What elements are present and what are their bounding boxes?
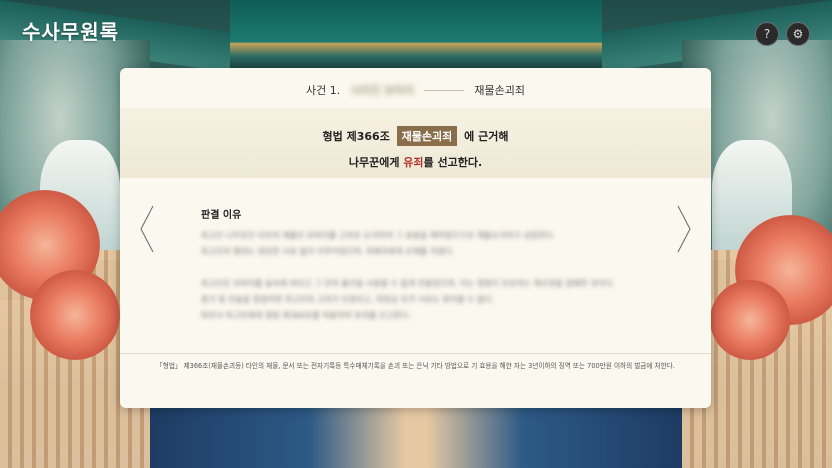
reason-text-line: 피고인의 행위는 정당한 사유 없이 이루어졌으며, 피해자에게 손해를 끼쳤다… — [201, 247, 455, 256]
gear-icon: ⚙ — [792, 27, 804, 41]
breadcrumb-divider — [424, 89, 465, 91]
verdict-banner: 형법 제366조 재물손괴죄 에 근거해 나무꾼에게 유죄를 선고한다. — [120, 108, 711, 178]
footnote-divider — [120, 353, 711, 354]
defendant-text: 나무꾼에게 — [348, 156, 404, 169]
reason-text-line: 따라서 피고인에게 형법 제366조를 적용하여 유죄를 선고한다. — [201, 311, 411, 320]
sentence-text: 를 선고한다. — [423, 156, 483, 169]
flower-right-2 — [710, 280, 790, 360]
chevron-right-icon — [677, 205, 691, 253]
settings-button[interactable]: ⚙ — [786, 22, 810, 46]
chevron-left-icon — [140, 205, 154, 253]
charge-tag: 재물손괴죄 — [396, 126, 458, 146]
reason-text-line: 피고인은 보따리를 숲속에 버리고 그 안의 물건을 사용할 수 없게 만들었으… — [201, 279, 615, 288]
charge-label: 재물손괴죄 — [474, 84, 526, 97]
flower-left-2 — [30, 270, 120, 360]
statute-text: 형법 제366조 — [322, 130, 390, 143]
help-button[interactable]: ? — [755, 22, 779, 46]
app-logo: 수사무원록 — [22, 20, 119, 44]
breadcrumb: 사건 1. 사라진 보따리 재물손괴죄 — [120, 82, 711, 98]
verdict-line-1: 형법 제366조 재물손괴죄 에 근거해 — [120, 126, 711, 146]
verdict-basis-text: 에 근거해 — [464, 130, 509, 143]
verdict-card: 사건 1. 사라진 보따리 재물손괴죄 형법 제366조 재물손괴죄 에 근거해… — [120, 68, 711, 408]
prev-arrow-button[interactable] — [138, 204, 158, 254]
case-name: 사라진 보따리 — [350, 84, 415, 97]
reason-title: 판결 이유 — [201, 210, 242, 221]
reason-text-line: 피고인 나무꾼은 타인의 재물인 보따리를 고의로 손괴하여 그 효용을 해하였… — [201, 231, 556, 240]
next-arrow-button[interactable] — [673, 204, 693, 254]
case-label: 사건 1. — [305, 84, 341, 97]
verdict-line-2: 나무꾼에게 유죄를 선고한다. — [120, 154, 711, 170]
question-mark-icon: ? — [763, 27, 771, 41]
reason-text-line: 증거 및 진술을 종합하면 피고인의 고의가 인정되고, 위법성 조각 사유도 … — [201, 295, 495, 304]
floor — [150, 398, 682, 468]
statute-footnote: 「형법」 제366조(재물손괴등) 타인의 재물, 문서 또는 전자기록등 특수… — [156, 362, 675, 370]
pavilion-roof — [230, 0, 602, 70]
guilty-text: 유죄 — [403, 156, 424, 169]
